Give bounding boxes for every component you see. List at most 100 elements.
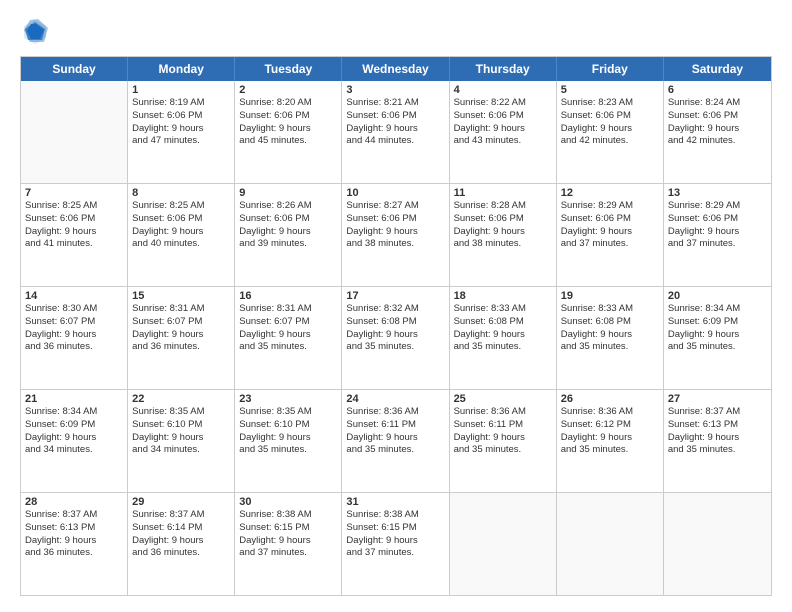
day-number: 26 xyxy=(561,393,659,405)
cell-info-line: Sunrise: 8:25 AM xyxy=(132,200,230,213)
cell-info-line: Sunrise: 8:29 AM xyxy=(561,200,659,213)
cell-info-line: and 38 minutes. xyxy=(454,238,552,251)
cell-info-line: Daylight: 9 hours xyxy=(346,432,444,445)
cell-info-line: and 36 minutes. xyxy=(25,547,123,560)
day-number: 11 xyxy=(454,187,552,199)
cell-info-line: Daylight: 9 hours xyxy=(132,329,230,342)
calendar-cell-r3-c6: 19Sunrise: 8:33 AMSunset: 6:08 PMDayligh… xyxy=(557,287,664,389)
cell-info-line: Sunset: 6:06 PM xyxy=(132,110,230,123)
cell-info-line: and 44 minutes. xyxy=(346,135,444,148)
cell-info-line: Sunrise: 8:36 AM xyxy=(561,406,659,419)
cell-info-line: and 35 minutes. xyxy=(561,341,659,354)
cell-info-line: Daylight: 9 hours xyxy=(132,432,230,445)
weekday-header-tuesday: Tuesday xyxy=(235,57,342,81)
cell-info-line: Sunset: 6:08 PM xyxy=(561,316,659,329)
header xyxy=(20,16,772,46)
cell-info-line: Sunset: 6:06 PM xyxy=(239,213,337,226)
cell-info-line: Sunset: 6:10 PM xyxy=(132,419,230,432)
cell-info-line: Daylight: 9 hours xyxy=(454,123,552,136)
day-number: 18 xyxy=(454,290,552,302)
cell-info-line: Sunrise: 8:36 AM xyxy=(454,406,552,419)
day-number: 19 xyxy=(561,290,659,302)
cell-info-line: Sunset: 6:06 PM xyxy=(346,110,444,123)
cell-info-line: Sunrise: 8:32 AM xyxy=(346,303,444,316)
day-number: 10 xyxy=(346,187,444,199)
day-number: 17 xyxy=(346,290,444,302)
calendar-cell-r1-c6: 5Sunrise: 8:23 AMSunset: 6:06 PMDaylight… xyxy=(557,81,664,183)
calendar-cell-r1-c7: 6Sunrise: 8:24 AMSunset: 6:06 PMDaylight… xyxy=(664,81,771,183)
weekday-header-wednesday: Wednesday xyxy=(342,57,449,81)
cell-info-line: Sunset: 6:06 PM xyxy=(668,110,767,123)
day-number: 28 xyxy=(25,496,123,508)
day-number: 16 xyxy=(239,290,337,302)
cell-info-line: Sunset: 6:09 PM xyxy=(668,316,767,329)
cell-info-line: Sunrise: 8:27 AM xyxy=(346,200,444,213)
cell-info-line: and 35 minutes. xyxy=(346,444,444,457)
day-number: 12 xyxy=(561,187,659,199)
cell-info-line: Sunset: 6:08 PM xyxy=(454,316,552,329)
cell-info-line: and 37 minutes. xyxy=(668,238,767,251)
cell-info-line: Daylight: 9 hours xyxy=(454,329,552,342)
calendar-body: 1Sunrise: 8:19 AMSunset: 6:06 PMDaylight… xyxy=(21,81,771,595)
cell-info-line: Sunrise: 8:21 AM xyxy=(346,97,444,110)
calendar-row-4: 21Sunrise: 8:34 AMSunset: 6:09 PMDayligh… xyxy=(21,389,771,492)
cell-info-line: Sunrise: 8:34 AM xyxy=(668,303,767,316)
weekday-header-monday: Monday xyxy=(128,57,235,81)
cell-info-line: Daylight: 9 hours xyxy=(346,226,444,239)
cell-info-line: Sunrise: 8:33 AM xyxy=(561,303,659,316)
calendar-cell-r1-c2: 1Sunrise: 8:19 AMSunset: 6:06 PMDaylight… xyxy=(128,81,235,183)
cell-info-line: Sunset: 6:06 PM xyxy=(668,213,767,226)
page: SundayMondayTuesdayWednesdayThursdayFrid… xyxy=(0,0,792,612)
cell-info-line: Daylight: 9 hours xyxy=(239,123,337,136)
calendar-cell-r4-c2: 22Sunrise: 8:35 AMSunset: 6:10 PMDayligh… xyxy=(128,390,235,492)
cell-info-line: Sunset: 6:06 PM xyxy=(25,213,123,226)
cell-info-line: Daylight: 9 hours xyxy=(454,432,552,445)
day-number: 3 xyxy=(346,84,444,96)
calendar-cell-r2-c1: 7Sunrise: 8:25 AMSunset: 6:06 PMDaylight… xyxy=(21,184,128,286)
cell-info-line: Sunrise: 8:35 AM xyxy=(239,406,337,419)
cell-info-line: and 36 minutes. xyxy=(25,341,123,354)
calendar-cell-r3-c2: 15Sunrise: 8:31 AMSunset: 6:07 PMDayligh… xyxy=(128,287,235,389)
day-number: 22 xyxy=(132,393,230,405)
cell-info-line: Daylight: 9 hours xyxy=(239,329,337,342)
calendar-cell-r5-c4: 31Sunrise: 8:38 AMSunset: 6:15 PMDayligh… xyxy=(342,493,449,595)
calendar-cell-r5-c1: 28Sunrise: 8:37 AMSunset: 6:13 PMDayligh… xyxy=(21,493,128,595)
calendar-cell-r5-c3: 30Sunrise: 8:38 AMSunset: 6:15 PMDayligh… xyxy=(235,493,342,595)
weekday-header-saturday: Saturday xyxy=(664,57,771,81)
cell-info-line: Daylight: 9 hours xyxy=(561,226,659,239)
cell-info-line: and 47 minutes. xyxy=(132,135,230,148)
calendar-cell-r3-c1: 14Sunrise: 8:30 AMSunset: 6:07 PMDayligh… xyxy=(21,287,128,389)
day-number: 8 xyxy=(132,187,230,199)
cell-info-line: and 35 minutes. xyxy=(454,341,552,354)
calendar-cell-r4-c4: 24Sunrise: 8:36 AMSunset: 6:11 PMDayligh… xyxy=(342,390,449,492)
calendar-cell-r2-c5: 11Sunrise: 8:28 AMSunset: 6:06 PMDayligh… xyxy=(450,184,557,286)
cell-info-line: Sunrise: 8:26 AM xyxy=(239,200,337,213)
cell-info-line: and 35 minutes. xyxy=(668,444,767,457)
day-number: 27 xyxy=(668,393,767,405)
cell-info-line: Sunrise: 8:30 AM xyxy=(25,303,123,316)
cell-info-line: and 35 minutes. xyxy=(346,341,444,354)
day-number: 2 xyxy=(239,84,337,96)
cell-info-line: Sunset: 6:06 PM xyxy=(346,213,444,226)
cell-info-line: Daylight: 9 hours xyxy=(239,226,337,239)
calendar-cell-r4-c6: 26Sunrise: 8:36 AMSunset: 6:12 PMDayligh… xyxy=(557,390,664,492)
calendar-cell-r1-c3: 2Sunrise: 8:20 AMSunset: 6:06 PMDaylight… xyxy=(235,81,342,183)
cell-info-line: Daylight: 9 hours xyxy=(346,123,444,136)
calendar-row-3: 14Sunrise: 8:30 AMSunset: 6:07 PMDayligh… xyxy=(21,286,771,389)
cell-info-line: Daylight: 9 hours xyxy=(25,226,123,239)
cell-info-line: Sunrise: 8:36 AM xyxy=(346,406,444,419)
calendar-cell-r4-c1: 21Sunrise: 8:34 AMSunset: 6:09 PMDayligh… xyxy=(21,390,128,492)
cell-info-line: Daylight: 9 hours xyxy=(561,123,659,136)
calendar-header: SundayMondayTuesdayWednesdayThursdayFrid… xyxy=(21,57,771,81)
calendar-cell-r1-c4: 3Sunrise: 8:21 AMSunset: 6:06 PMDaylight… xyxy=(342,81,449,183)
day-number: 4 xyxy=(454,84,552,96)
calendar-cell-r5-c5 xyxy=(450,493,557,595)
calendar-cell-r3-c7: 20Sunrise: 8:34 AMSunset: 6:09 PMDayligh… xyxy=(664,287,771,389)
cell-info-line: Sunrise: 8:23 AM xyxy=(561,97,659,110)
cell-info-line: and 42 minutes. xyxy=(668,135,767,148)
cell-info-line: and 36 minutes. xyxy=(132,547,230,560)
cell-info-line: and 34 minutes. xyxy=(25,444,123,457)
calendar-cell-r2-c2: 8Sunrise: 8:25 AMSunset: 6:06 PMDaylight… xyxy=(128,184,235,286)
cell-info-line: Sunset: 6:15 PM xyxy=(239,522,337,535)
calendar-cell-r2-c4: 10Sunrise: 8:27 AMSunset: 6:06 PMDayligh… xyxy=(342,184,449,286)
